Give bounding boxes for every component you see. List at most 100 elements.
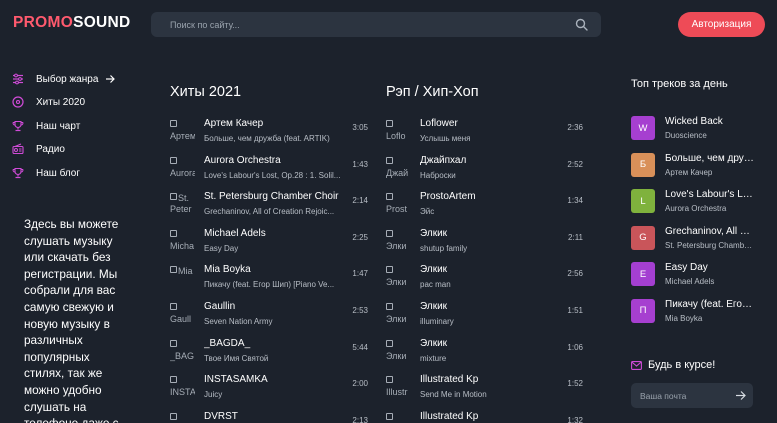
track-cover-alt: Элки [386,350,407,361]
track-artist: illuminary [420,317,454,326]
track-title: ProstoArtem [420,191,476,203]
track-title: Illustrated Kp [420,374,479,386]
track-row[interactable]: _BAG _BAGDA_ Твое Имя Святой 5:44 [170,338,380,368]
track-row[interactable]: Gaull Gaullin Seven Nation Army 2:53 [170,301,380,331]
top-track-artist: Aurora Orchestra [665,204,727,213]
rap-column: Рэп / Хип-Хоп [386,84,479,100]
track-row[interactable]: Элки Элкик illuminary 1:51 [386,301,595,331]
track-row[interactable]: Aurora Aurora Orchestra Love's Labour's Lo… [170,155,380,185]
track-cover: Элки [386,303,411,328]
track-row[interactable]: Элки Элкик pac man 2:56 [386,264,595,294]
track-artist: Send Me in Motion [420,390,487,400]
top-track-item[interactable]: W Wicked Back Duoscience [631,116,756,144]
broken-image-icon [170,266,177,274]
track-duration: 2:52 [567,159,583,169]
track-duration: 2:13 [352,415,368,423]
track-row[interactable]: Артем Артем Качер Больше, чем дружба (feat… [170,118,380,148]
arrow-right-icon [106,75,116,83]
track-title: Артем Качер [204,118,264,129]
broken-image-icon [386,156,393,164]
track-cover-alt: Mia [178,266,193,277]
track-cover-alt: Джай [386,167,409,178]
track-duration: 1:47 [352,269,368,279]
track-row[interactable]: Illustr Illustrated Kp Send Me in Motion 1:… [386,374,595,404]
track-title: Элкик [420,264,448,276]
top-track-item[interactable]: Б Больше, чем дружба Артем Качер [631,152,756,181]
search-input[interactable] [151,12,601,37]
track-duration: 2:11 [568,232,583,242]
broken-image-icon [386,376,393,384]
track-duration: 2:36 [567,123,583,132]
top-track-name: Wicked Back [665,116,723,127]
track-title: INSTASAMKA [204,374,268,386]
top-track-item[interactable]: G Grechaninov, All of Creation St. Petersb… [631,225,756,254]
track-row[interactable]: Loflo Loflower Услышь меня 2:36 [386,118,595,148]
arrow-right-icon[interactable] [735,390,746,401]
logo-sound: SOUND [73,14,131,31]
track-duration: 1:43 [352,159,368,169]
logo[interactable]: PROMOSOUND [13,14,131,32]
sidebar-item-hits[interactable]: Хиты 2020 [12,93,147,111]
top-track-name: Пикачу (feat. Егор Шип) [665,298,755,310]
top-track-item[interactable]: П Пикачу (feat. Егор Шип) Mia Boyka [631,298,756,327]
track-row[interactable]: Элки Элкик shutup family 2:11 [386,228,595,258]
track-artist: Услышь меня [420,134,471,143]
broken-image-icon [170,229,177,237]
track-duration: 2:25 [352,232,368,242]
login-button[interactable]: Авторизация [678,12,765,37]
track-row[interactable]: Prost ProstoArtem Эйс 1:34 [386,191,595,221]
track-avatar: G [631,225,655,250]
track-cover: Артем [170,120,195,145]
track-duration: 2:00 [352,379,368,389]
track-cover: Элки [386,266,411,291]
track-row[interactable]: Элки Элкик mixture 1:06 [386,338,595,368]
track-cover-alt: Элки [386,314,407,324]
track-artist: Эйс [420,207,435,217]
track-artist: Easy Day [204,243,239,253]
top-track-item[interactable]: E Easy Day Michael Adels [631,262,756,290]
track-row[interactable]: INSTA INSTASAMKA Juicy 2:00 [170,374,380,404]
track-row[interactable]: Джай Джайпхал Наброски 2:52 [386,155,595,185]
sidebar-item-genres[interactable]: Выбор жанра [12,70,147,88]
top-track-artist: St. Petersburg Chamber Choir [665,240,755,250]
track-artist: Больше, чем дружба (feat. ARTIK) [204,134,330,143]
broken-image-icon [386,339,393,347]
track-title: Loflower [420,118,458,129]
track-cover-alt: INSTA [170,387,195,398]
sidebar-item-blog[interactable]: Наш блог [12,164,147,182]
track-cover-alt: Артем [170,131,195,141]
track-avatar: L [631,189,655,213]
track-row[interactable]: Micha Michael Adels Easy Day 2:25 [170,228,380,258]
search-icon[interactable] [575,18,588,31]
logo-promo: PROMO [13,14,74,31]
track-title: Gaullin [204,301,236,312]
sidebar-item-label: Наш чарт [36,120,81,132]
broken-image-icon [170,303,177,310]
track-row[interactable]: St. Peter St. Petersburg Chamber Choir Gre… [170,191,380,221]
track-artist: Seven Nation Army [204,317,273,326]
track-row[interactable]: DVRS DVRST 2:13 [170,411,380,423]
top-track-artist: Артем Качер [665,167,713,177]
top-track-artist: Duoscience [665,131,707,140]
top-track-artist: Michael Adels [665,277,715,286]
track-cover: Элки [386,229,411,255]
search-bar [151,12,601,37]
track-row[interactable]: Illustr Illustrated Kp 1:32 [386,411,595,423]
sidebar-item-radio[interactable]: Радио [12,140,147,158]
track-row[interactable]: Mia Mia Boyka Пикачу (feat. Егор Шип) [Pia… [170,264,380,294]
subscribe-title: Будь в курсе! [648,359,716,371]
track-duration: 1:52 [567,379,583,389]
track-cover: Gaull [170,303,195,328]
top-track-name: Love's Labour's Lost [665,189,755,200]
track-cover: Джай [386,156,411,182]
trophy-icon [12,167,24,179]
track-duration: 3:05 [352,123,368,132]
track-cover-alt: Gaull [170,314,192,324]
broken-image-icon [170,376,177,384]
track-duration: 1:51 [567,306,583,315]
sidebar-item-chart[interactable]: Наш чарт [12,117,147,135]
about-text: Здесь вы можете слушать музыку или скача… [24,217,119,423]
top-track-item[interactable]: L Love's Labour's Lost Aurora Orchestra [631,189,756,217]
broken-image-icon [386,120,393,127]
broken-image-icon [170,412,177,420]
